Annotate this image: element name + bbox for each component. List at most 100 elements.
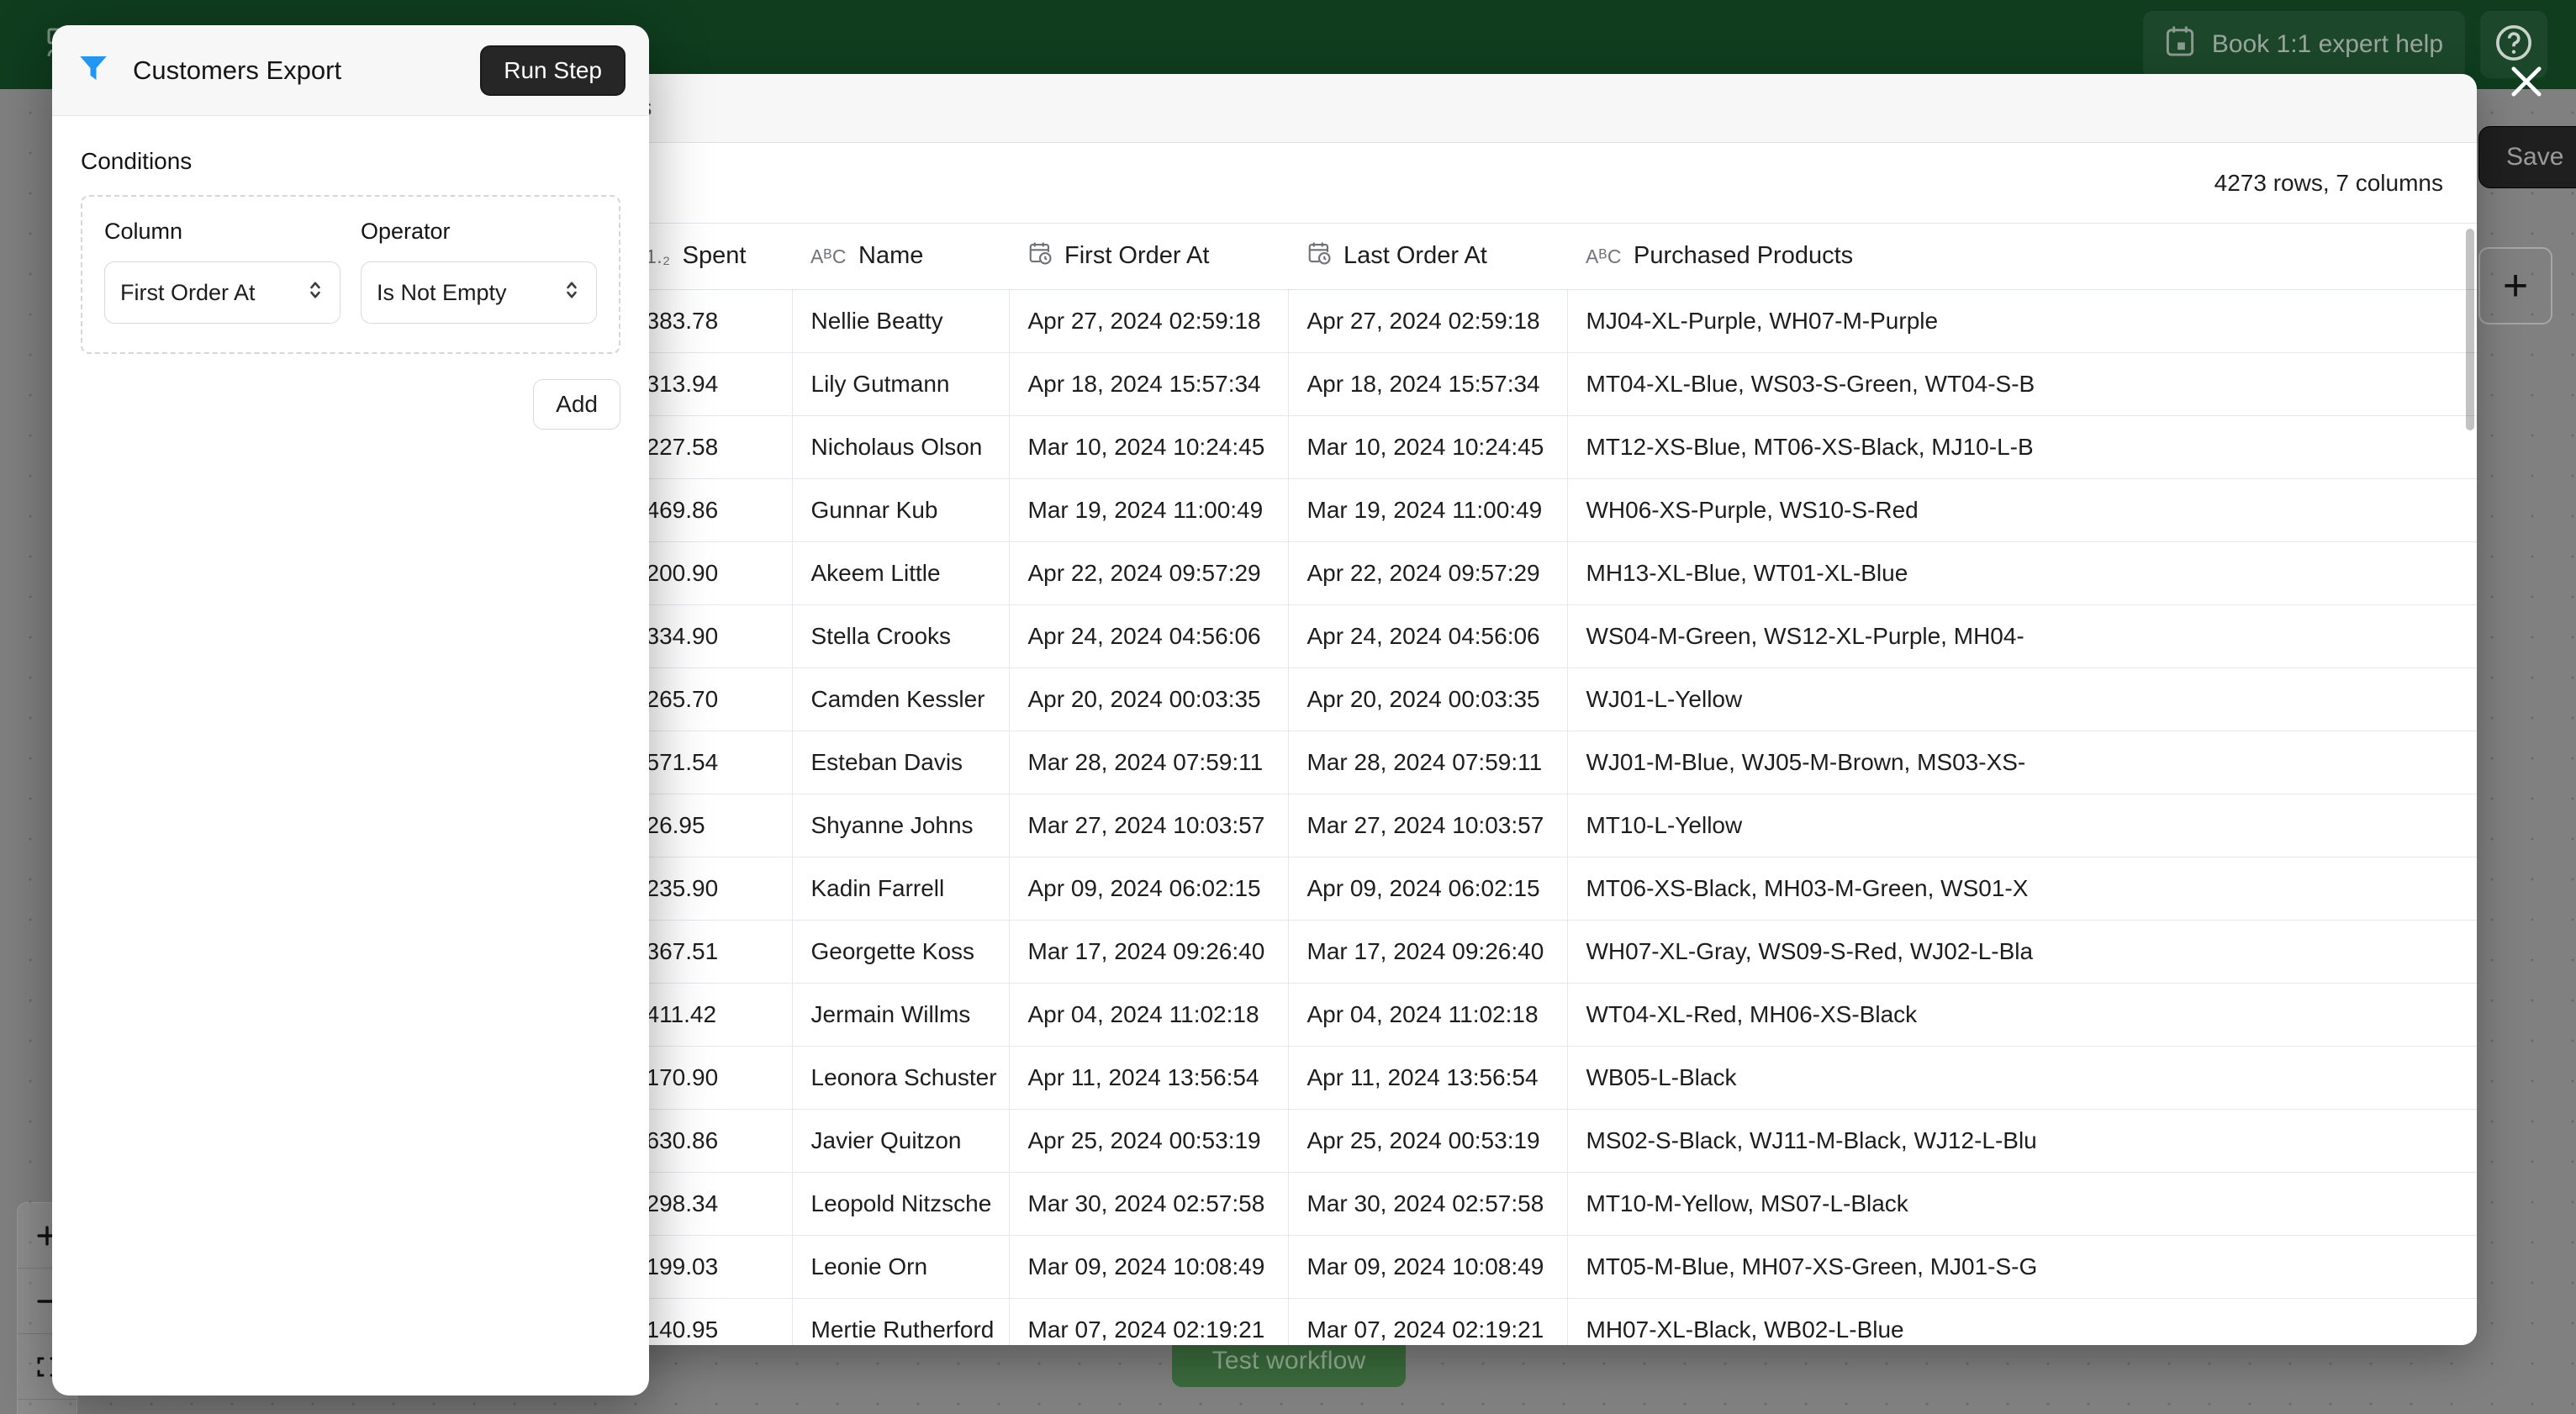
cell-first[interactable]: Mar 09, 2024 10:08:49 xyxy=(1009,1235,1289,1299)
table-vertical-scrollbar[interactable] xyxy=(2463,224,2477,1345)
cell-last[interactable]: Mar 28, 2024 07:59:11 xyxy=(1288,731,1568,794)
cell-products[interactable]: WJ01-M-Blue, WJ05-M-Brown, MS03-XS- xyxy=(1567,731,2477,794)
cell-last[interactable]: Apr 11, 2024 13:56:54 xyxy=(1288,1046,1568,1110)
cell-first[interactable]: Mar 07, 2024 02:19:21 xyxy=(1009,1298,1289,1345)
cell-last[interactable]: Apr 04, 2024 11:02:18 xyxy=(1288,983,1568,1047)
cell-last[interactable]: Mar 09, 2024 10:08:49 xyxy=(1288,1235,1568,1299)
add-condition-button[interactable]: Add xyxy=(533,379,620,430)
cell-products[interactable]: MJ04-XL-Purple, WH07-M-Purple xyxy=(1567,289,2477,353)
cell-last[interactable]: Apr 09, 2024 06:02:15 xyxy=(1288,857,1568,921)
cell-spent[interactable]: 227.58 xyxy=(627,415,793,479)
cell-products[interactable]: MT10-M-Yellow, MS07-L-Black xyxy=(1567,1172,2477,1236)
column-header-name[interactable]: AᴮC Name xyxy=(792,224,1009,290)
cell-spent[interactable]: 140.95 xyxy=(627,1298,793,1345)
cell-products[interactable]: MH13-XL-Blue, WT01-XL-Blue xyxy=(1567,541,2477,605)
cell-products[interactable]: MT10-L-Yellow xyxy=(1567,794,2477,857)
cell-last[interactable]: Mar 17, 2024 09:26:40 xyxy=(1288,920,1568,984)
cell-spent[interactable]: 200.90 xyxy=(627,541,793,605)
cell-spent[interactable]: 313.94 xyxy=(627,352,793,416)
cell-last[interactable]: Mar 27, 2024 10:03:57 xyxy=(1288,794,1568,857)
save-button[interactable]: Save xyxy=(2478,126,2576,188)
cell-spent[interactable]: 469.86 xyxy=(627,478,793,542)
cell-last[interactable]: Apr 25, 2024 00:53:19 xyxy=(1288,1109,1568,1173)
cell-spent[interactable]: 411.42 xyxy=(627,983,793,1047)
cell-first[interactable]: Mar 28, 2024 07:59:11 xyxy=(1009,731,1289,794)
cell-spent[interactable]: 235.90 xyxy=(627,857,793,921)
cell-first[interactable]: Mar 30, 2024 02:57:58 xyxy=(1009,1172,1289,1236)
column-header-last[interactable]: Last Order At xyxy=(1288,224,1567,290)
run-step-button[interactable]: Run Step xyxy=(480,45,626,96)
cell-last[interactable]: Apr 22, 2024 09:57:29 xyxy=(1288,541,1568,605)
cell-first[interactable]: Apr 24, 2024 04:56:06 xyxy=(1009,604,1289,668)
cell-first[interactable]: Mar 10, 2024 10:24:45 xyxy=(1009,415,1289,479)
cell-spent[interactable]: 265.70 xyxy=(627,667,793,731)
cell-first[interactable]: Apr 18, 2024 15:57:34 xyxy=(1009,352,1289,416)
cell-name[interactable]: Gunnar Kub xyxy=(792,478,1010,542)
cell-products[interactable]: WH07-XL-Gray, WS09-S-Red, WJ02-L-Bla xyxy=(1567,920,2477,984)
cell-products[interactable]: MT04-XL-Blue, WS03-S-Green, WT04-S-B xyxy=(1567,352,2477,416)
cell-products[interactable]: MT12-XS-Blue, MT06-XS-Black, MJ10-L-B xyxy=(1567,415,2477,479)
lock-canvas-button[interactable] xyxy=(18,1400,77,1414)
cell-last[interactable]: Mar 19, 2024 11:00:49 xyxy=(1288,478,1568,542)
cell-spent[interactable]: 26.95 xyxy=(627,794,793,857)
cell-name[interactable]: Mertie Rutherford xyxy=(792,1298,1010,1345)
cell-name[interactable]: Georgette Koss xyxy=(792,920,1010,984)
cell-spent[interactable]: 367.51 xyxy=(627,920,793,984)
cell-spent[interactable]: 383.78 xyxy=(627,289,793,353)
cell-last[interactable]: Mar 07, 2024 02:19:21 xyxy=(1288,1298,1568,1345)
cell-spent[interactable]: 199.03 xyxy=(627,1235,793,1299)
cell-products[interactable]: MT06-XS-Black, MH03-M-Green, WS01-X xyxy=(1567,857,2477,921)
cell-last[interactable]: Apr 27, 2024 02:59:18 xyxy=(1288,289,1568,353)
cell-spent[interactable]: 334.90 xyxy=(627,604,793,668)
cell-products[interactable]: WJ01-L-Yellow xyxy=(1567,667,2477,731)
cell-name[interactable]: Leonora Schuster xyxy=(792,1046,1010,1110)
cell-first[interactable]: Mar 27, 2024 10:03:57 xyxy=(1009,794,1289,857)
cell-name[interactable]: Leopold Nitzsche xyxy=(792,1172,1010,1236)
cell-spent[interactable]: 571.54 xyxy=(627,731,793,794)
cell-spent[interactable]: 298.34 xyxy=(627,1172,793,1236)
cell-name[interactable]: Akeem Little xyxy=(792,541,1010,605)
cell-first[interactable]: Apr 09, 2024 06:02:15 xyxy=(1009,857,1289,921)
cell-products[interactable]: WH06-XS-Purple, WS10-S-Red xyxy=(1567,478,2477,542)
cell-last[interactable]: Apr 24, 2024 04:56:06 xyxy=(1288,604,1568,668)
cell-spent[interactable]: 630.86 xyxy=(627,1109,793,1173)
cell-first[interactable]: Apr 22, 2024 09:57:29 xyxy=(1009,541,1289,605)
cell-products[interactable]: MH07-XL-Black, WB02-L-Blue xyxy=(1567,1298,2477,1345)
column-header-products[interactable]: AᴮC Purchased Products xyxy=(1567,224,2477,290)
cell-products[interactable]: MS02-S-Black, WJ11-M-Black, WJ12-L-Blu xyxy=(1567,1109,2477,1173)
cell-name[interactable]: Jermain Willms xyxy=(792,983,1010,1047)
cell-last[interactable]: Apr 18, 2024 15:57:34 xyxy=(1288,352,1568,416)
cell-last[interactable]: Mar 30, 2024 02:57:58 xyxy=(1288,1172,1568,1236)
cell-name[interactable]: Lily Gutmann xyxy=(792,352,1010,416)
cell-last[interactable]: Mar 10, 2024 10:24:45 xyxy=(1288,415,1568,479)
cell-name[interactable]: Esteban Davis xyxy=(792,731,1010,794)
add-node-button[interactable]: + xyxy=(2478,247,2552,324)
cell-last[interactable]: Apr 20, 2024 00:03:35 xyxy=(1288,667,1568,731)
cell-products[interactable]: WB05-L-Black xyxy=(1567,1046,2477,1110)
cell-name[interactable]: Leonie Orn xyxy=(792,1235,1010,1299)
cell-products[interactable]: WS04-M-Green, WS12-XL-Purple, MH04- xyxy=(1567,604,2477,668)
cell-products[interactable]: MT05-M-Blue, MH07-XS-Green, MJ01-S-G xyxy=(1567,1235,2477,1299)
cell-products[interactable]: WT04-XL-Red, MH06-XS-Black xyxy=(1567,983,2477,1047)
operator-select[interactable]: Is Not Empty xyxy=(361,261,597,324)
cell-first[interactable]: Mar 19, 2024 11:00:49 xyxy=(1009,478,1289,542)
cell-name[interactable]: Stella Crooks xyxy=(792,604,1010,668)
cell-name[interactable]: Javier Quitzon xyxy=(792,1109,1010,1173)
column-select[interactable]: First Order At xyxy=(104,261,340,324)
cell-first[interactable]: Mar 17, 2024 09:26:40 xyxy=(1009,920,1289,984)
cell-first[interactable]: Apr 27, 2024 02:59:18 xyxy=(1009,289,1289,353)
cell-name[interactable]: Shyanne Johns xyxy=(792,794,1010,857)
book-expert-help-button[interactable]: Book 1:1 expert help xyxy=(2142,11,2465,78)
cell-name[interactable]: Nellie Beatty xyxy=(792,289,1010,353)
cell-first[interactable]: Apr 25, 2024 00:53:19 xyxy=(1009,1109,1289,1173)
cell-name[interactable]: Nicholaus Olson xyxy=(792,415,1010,479)
cell-name[interactable]: Camden Kessler xyxy=(792,667,1010,731)
cell-first[interactable]: Apr 11, 2024 13:56:54 xyxy=(1009,1046,1289,1110)
column-header-first[interactable]: First Order At xyxy=(1009,224,1288,290)
cell-name[interactable]: Kadin Farrell xyxy=(792,857,1010,921)
cell-first[interactable]: Apr 04, 2024 11:02:18 xyxy=(1009,983,1289,1047)
cell-spent[interactable]: 170.90 xyxy=(627,1046,793,1110)
close-panel-button[interactable] xyxy=(2504,59,2549,104)
scrollbar-thumb[interactable] xyxy=(2466,229,2474,430)
cell-first[interactable]: Apr 20, 2024 00:03:35 xyxy=(1009,667,1289,731)
